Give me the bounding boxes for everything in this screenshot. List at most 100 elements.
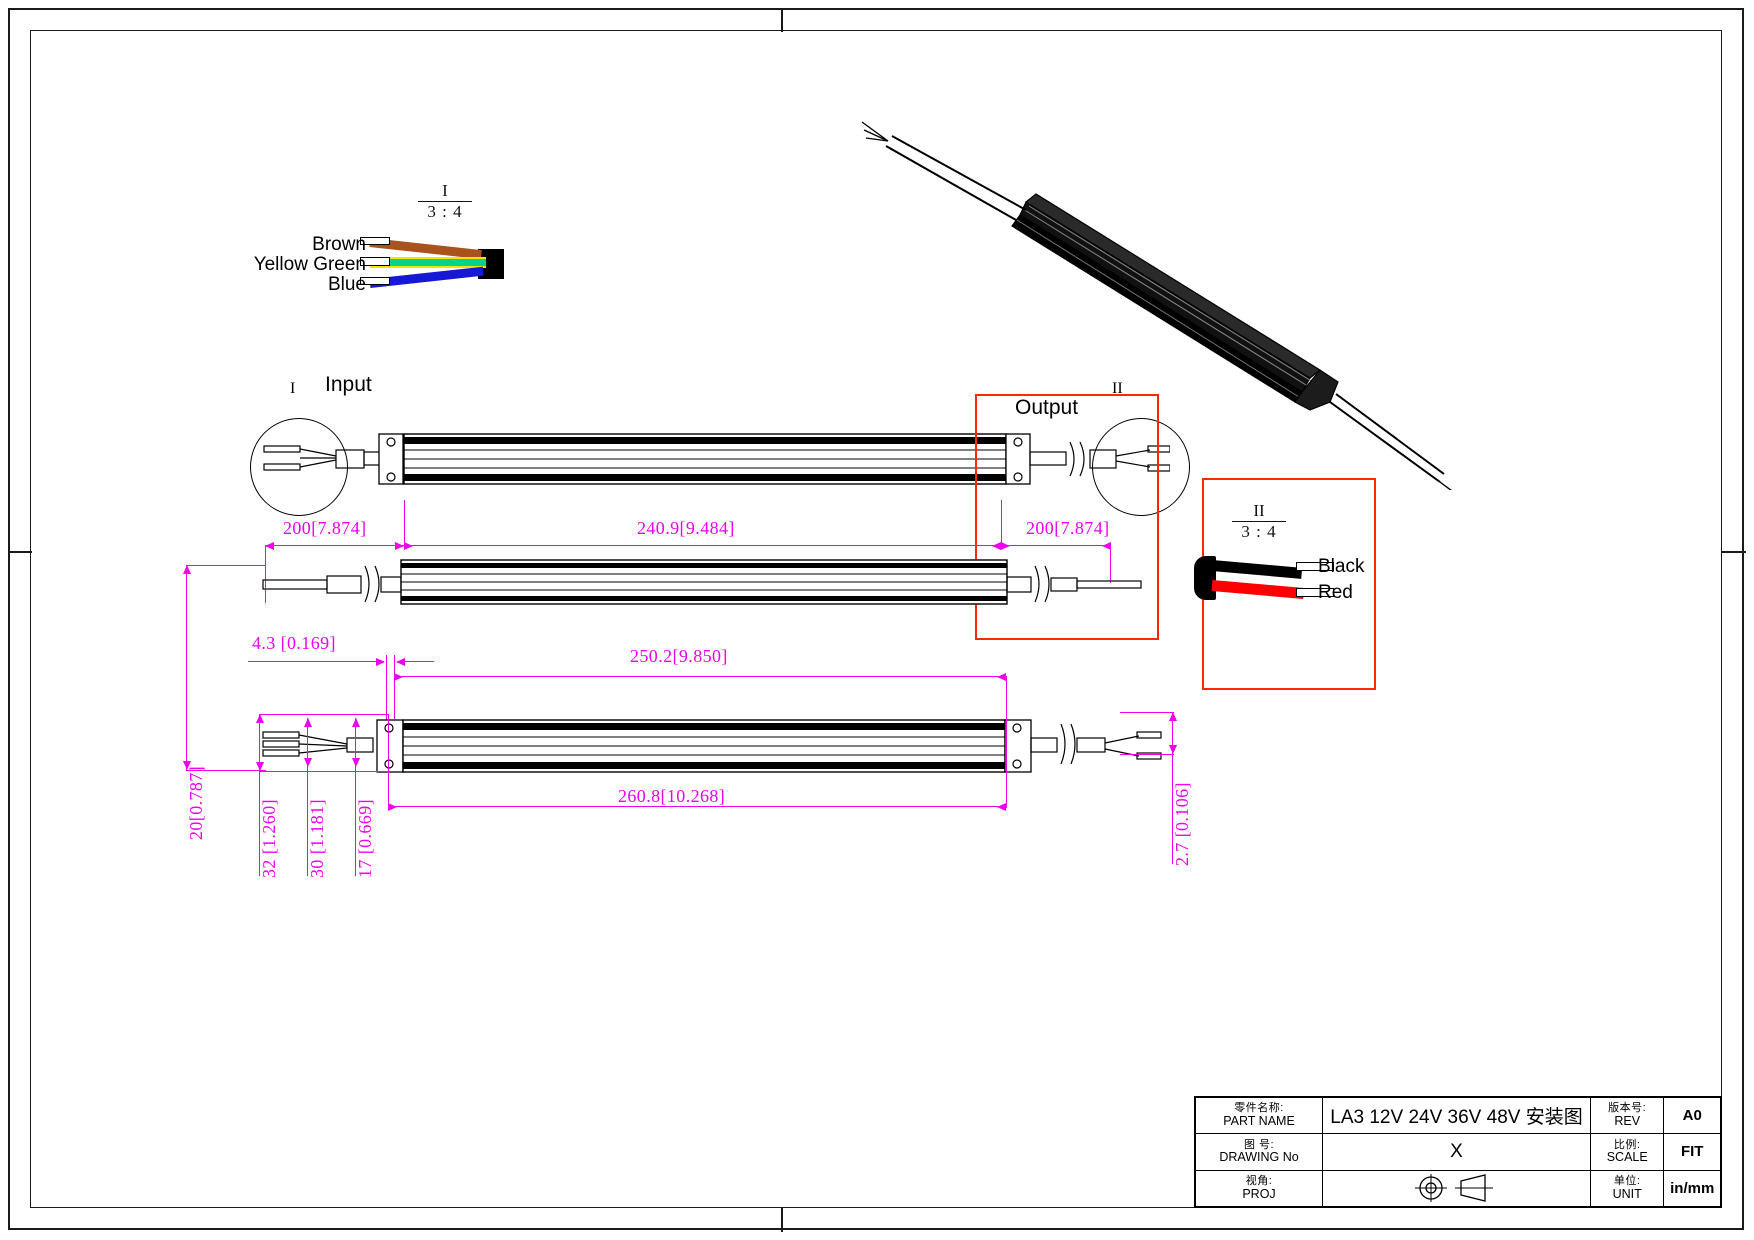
- dim-arrow-h20-bottom: [182, 761, 191, 770]
- center-mark-top: [781, 8, 783, 32]
- dim-arrow-t-top: [1168, 712, 1177, 721]
- wire-label-red: Red: [1318, 582, 1353, 603]
- detail-callout-output: II 3 : 4: [1232, 502, 1286, 541]
- part-name-label-en: PART NAME: [1223, 1113, 1295, 1128]
- scale-value: FIT: [1680, 1143, 1704, 1161]
- dim-arrow-h20-top: [182, 565, 191, 574]
- dimline-width-32: [259, 714, 261, 876]
- dim-arrow-w30-bottom: [303, 758, 312, 767]
- title-block-row-drawing-no: 图 号: DRAWING No X 比例: SCALE FIT: [1196, 1134, 1720, 1171]
- dim-width-17: 17 [0.669]: [355, 799, 375, 878]
- input-circle-tag: I: [290, 380, 296, 397]
- detail-output-scale: 3 : 4: [1241, 521, 1277, 541]
- cell-proj-symbol: [1323, 1170, 1591, 1206]
- center-mark-right: [1722, 551, 1746, 553]
- title-block: 零件名称: PART NAME LA3 12V 24V 36V 48V 安装图 …: [1194, 1096, 1722, 1208]
- detail-output-tag: II: [1253, 501, 1265, 520]
- cell-drawing-no-value[interactable]: X: [1323, 1134, 1591, 1170]
- input-label: Input: [325, 373, 372, 396]
- bottom-view-group: [255, 710, 1175, 790]
- detail-input-scale: 3 : 4: [427, 201, 463, 221]
- dim-arrow-input-left: [265, 541, 274, 550]
- ext-line-t-bottom: [1120, 754, 1174, 756]
- ext-line-w32-bottom: [259, 771, 389, 773]
- dim-arrow-t-bottom: [1168, 745, 1177, 754]
- dimline-bracket-offset-2: [404, 661, 434, 663]
- cell-unit-label: 单位: UNIT: [1591, 1170, 1665, 1206]
- drawing-no-value: X: [1450, 1140, 1463, 1162]
- dimline-input-lead: [265, 545, 404, 547]
- part-name-value: LA3 12V 24V 36V 48V 安装图: [1330, 1107, 1583, 1129]
- rev-value: A0: [1682, 1107, 1702, 1125]
- dimline-mount-hole-span: [394, 676, 1006, 678]
- dim-overall-length: 260.8[10.268]: [618, 786, 726, 806]
- dim-output-lead-top: 200[7.874]: [1026, 518, 1110, 538]
- ext-line-overall-right: [1006, 714, 1008, 808]
- wire-label-brown: Brown: [312, 234, 366, 255]
- dim-arrow-overall-left: [388, 802, 397, 811]
- dim-arrow-overall-right: [997, 802, 1006, 811]
- dim-arrow-body-right: [992, 541, 1001, 550]
- ext-line-overall-left: [388, 714, 390, 808]
- input-wire-detail-art: [360, 232, 520, 294]
- dim-arrow-w32-top: [255, 714, 264, 723]
- dimline-output-lead: [1001, 545, 1111, 547]
- dim-height-20: 20[0.787]: [186, 765, 206, 840]
- center-mark-bottom: [781, 1208, 783, 1232]
- title-block-row-part-name: 零件名称: PART NAME LA3 12V 24V 36V 48V 安装图 …: [1196, 1098, 1720, 1135]
- proj-label-en: PROJ: [1242, 1186, 1276, 1201]
- cell-part-name-label: 零件名称: PART NAME: [1196, 1098, 1324, 1134]
- unit-label-cn: 单位:: [1613, 1174, 1641, 1187]
- side-view-svg: [262, 559, 1142, 605]
- dim-thickness-2-7: 2.7 [0.106]: [1172, 782, 1192, 866]
- dim-arrow-w30-top: [303, 718, 312, 727]
- dim-body-top: 240.9[9.484]: [637, 518, 735, 538]
- dimline-height-20: [186, 565, 188, 770]
- output-wire-detail-art: [1186, 552, 1334, 606]
- cell-proj-label: 视角: PROJ: [1196, 1170, 1324, 1206]
- dimline-body: [404, 545, 1001, 547]
- side-view-group: [255, 552, 1165, 612]
- center-mark-left: [8, 551, 32, 553]
- dim-arrow-span-left: [394, 672, 403, 681]
- detail-input-tag: I: [442, 181, 448, 200]
- ext-line-t-top: [1120, 712, 1174, 714]
- drawing-no-label-en: DRAWING No: [1219, 1150, 1299, 1165]
- first-angle-projection-icon: [1414, 1174, 1493, 1203]
- rev-label-en: REV: [1614, 1113, 1641, 1128]
- cell-rev-value[interactable]: A0: [1664, 1098, 1720, 1133]
- proj-label-cn: 视角:: [1245, 1174, 1273, 1187]
- dim-arrow-w32-bottom: [255, 762, 264, 771]
- cell-drawing-no-label: 图 号: DRAWING No: [1196, 1134, 1324, 1170]
- wire-black: [1211, 560, 1303, 579]
- dimline-overall-length: [388, 806, 1006, 808]
- ext-line-h20-top: [186, 565, 266, 567]
- cell-rev-label: 版本号: REV: [1591, 1098, 1665, 1134]
- cell-scale-value[interactable]: FIT: [1664, 1134, 1720, 1169]
- unit-label-en: UNIT: [1612, 1186, 1642, 1201]
- cell-part-name-value[interactable]: LA3 12V 24V 36V 48V 安装图: [1323, 1098, 1591, 1134]
- scale-label-en: SCALE: [1606, 1150, 1648, 1165]
- dim-arrow-bracket-right: [376, 657, 385, 666]
- cell-unit-value[interactable]: in/mm: [1664, 1171, 1720, 1206]
- cell-scale-label: 比例: SCALE: [1591, 1134, 1665, 1170]
- ext-line-body-left: [404, 500, 406, 548]
- dim-width-32: 32 [1.260]: [259, 799, 279, 878]
- dim-arrow-span-right: [997, 672, 1006, 681]
- dim-arrow-output-left: [1001, 541, 1010, 550]
- dim-arrow-w17-bottom: [351, 758, 360, 767]
- title-block-row-proj: 视角: PROJ 单位: UNIT in/mm: [1196, 1170, 1720, 1206]
- dim-arrow-body-left: [404, 541, 413, 550]
- dimline-width-30: [307, 718, 309, 876]
- dim-input-lead-top: 200[7.874]: [283, 518, 367, 538]
- dimline-bracket-offset: [248, 661, 384, 663]
- bottom-view-svg: [262, 719, 1162, 773]
- wire-label-blue: Blue: [327, 274, 366, 295]
- dim-mount-hole-span: 250.2[9.850]: [630, 646, 728, 666]
- wire-label-black: Black: [1318, 556, 1365, 577]
- ext-line-w32-top: [259, 714, 389, 716]
- dim-arrow-w17-top: [351, 718, 360, 727]
- wire-red: [1211, 580, 1305, 599]
- dim-bracket-offset: 4.3 [0.169]: [252, 633, 336, 653]
- dim-width-30: 30 [1.181]: [307, 799, 327, 878]
